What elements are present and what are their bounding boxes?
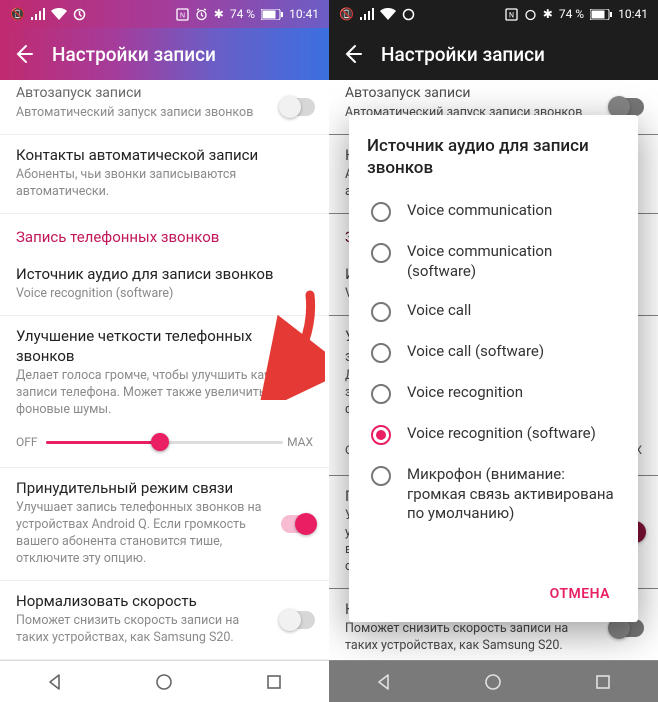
dialog-option[interactable]: Микрофон (внимание: громкая связь активи…	[367, 455, 620, 534]
row-sub: Поможет снизить скорость записи на таких…	[16, 613, 313, 647]
slider-max-label: MAX	[283, 435, 313, 449]
nav-home-icon[interactable]	[154, 672, 174, 692]
alarm-icon	[524, 8, 537, 21]
option-label: Voice recognition (software)	[407, 424, 596, 444]
row-title: Принудительный режим связи	[16, 478, 313, 498]
wifi-icon	[51, 8, 67, 20]
battery-pct: 74 %	[230, 7, 255, 21]
phone-right: 📵 N ✱ 74 % 10:41 Настройки записи Автоза…	[329, 0, 658, 702]
row-title: Автозапуск записи	[16, 84, 313, 103]
phone-left: 📵 N ✱ 74 % 10:41 Настройки записи Автоза…	[0, 0, 329, 702]
cancel-button[interactable]: ОТМЕНА	[540, 578, 620, 610]
no-sim-icon: 📵	[339, 7, 354, 21]
settings-scroll[interactable]: Автозапуск записи Автоматический запуск …	[0, 80, 329, 660]
radio-icon	[371, 466, 391, 486]
row-audio-source[interactable]: Источник аудио для записи звонков Voice …	[0, 254, 329, 316]
wifi-icon	[380, 8, 396, 20]
alarm-icon	[195, 8, 208, 21]
row-sub: Voice recognition (software)	[16, 286, 313, 303]
radio-icon	[371, 302, 391, 322]
row-clarity: Улучшение четкости телефонных звонков Де…	[0, 316, 329, 423]
battery-pct: 74 %	[559, 7, 584, 21]
app-header: Настройки записи	[329, 28, 658, 80]
nav-bar	[0, 660, 329, 702]
nav-home-icon[interactable]	[483, 672, 503, 692]
toggle-forced[interactable]	[281, 515, 315, 533]
bluetooth-icon: ✱	[214, 7, 224, 21]
battery-icon	[590, 9, 612, 20]
radio-icon	[371, 425, 391, 445]
radio-icon	[371, 343, 391, 363]
bluetooth-icon: ✱	[543, 7, 553, 21]
clock: 10:41	[618, 7, 648, 21]
option-label: Voice communication	[407, 201, 552, 221]
row-normalize[interactable]: Нормализовать скорость Поможет снизить с…	[0, 581, 329, 660]
signal-icon	[31, 8, 45, 20]
option-label: Voice call (software)	[407, 342, 544, 362]
no-sim-icon: 📵	[10, 7, 25, 21]
option-label: Voice call	[407, 301, 471, 321]
row-title: Улучшение четкости телефонных звонков	[16, 326, 313, 367]
status-bar: 📵 N ✱ 74 % 10:41	[329, 0, 658, 28]
audio-source-dialog: Источник аудио для записи звонков Voice …	[349, 115, 638, 622]
svg-text:N: N	[180, 12, 185, 19]
option-label: Voice recognition	[407, 383, 523, 403]
nfc-icon: N	[176, 8, 189, 21]
radio-icon	[371, 243, 391, 263]
toggle-normalize[interactable]	[281, 611, 315, 629]
svg-text:N: N	[509, 11, 514, 19]
page-title: Настройки записи	[381, 43, 545, 66]
toggle-autostart[interactable]	[281, 98, 315, 116]
nav-recent-icon[interactable]	[593, 672, 613, 692]
back-icon[interactable]	[343, 44, 363, 64]
row-sub: Абоненты, чьи звонки записываются автома…	[16, 167, 313, 201]
nav-back-icon[interactable]	[45, 672, 65, 692]
nfc-icon: N	[505, 8, 518, 21]
row-sub: Автоматический запуск записи звонков	[16, 105, 313, 122]
nav-bar	[329, 660, 658, 702]
toggle-autostart	[610, 98, 644, 116]
dialog-option[interactable]: Voice call	[367, 291, 620, 332]
nav-back-icon[interactable]	[374, 672, 394, 692]
option-label: Voice communication (software)	[407, 242, 616, 281]
app-header: Настройки записи	[0, 28, 329, 80]
section-header: Запись телефонных звонков	[0, 214, 329, 254]
back-icon[interactable]	[14, 44, 34, 64]
dialog-options: Voice communication Voice communication (…	[367, 191, 620, 572]
slider-min-label: OFF	[16, 435, 46, 449]
status-bar: 📵 N ✱ 74 % 10:41	[0, 0, 329, 28]
radio-icon	[371, 384, 391, 404]
option-label: Микрофон (внимание: громкая связь активи…	[407, 465, 616, 524]
nav-recent-icon[interactable]	[264, 672, 284, 692]
battery-icon	[261, 9, 283, 20]
row-title: Контакты автоматической записи	[16, 145, 313, 165]
dialog-option[interactable]: Voice recognition	[367, 373, 620, 414]
clarity-slider[interactable]	[46, 433, 283, 451]
row-forced-mode[interactable]: Принудительный режим связи Улучшает запи…	[0, 468, 329, 581]
signal-icon	[360, 8, 374, 20]
rotation-lock-icon	[73, 8, 86, 21]
row-autostart[interactable]: Автозапуск записи Автоматический запуск …	[0, 80, 329, 135]
row-sub: Улучшает запись телефонных звонков на ус…	[16, 500, 313, 568]
clock: 10:41	[289, 7, 319, 21]
rotation-lock-icon	[402, 8, 415, 21]
page-title: Настройки записи	[52, 43, 216, 66]
dialog-option[interactable]: Voice communication (software)	[367, 232, 620, 291]
dialog-option[interactable]: Voice recognition (software)	[367, 414, 620, 455]
dialog-option[interactable]: Voice call (software)	[367, 332, 620, 373]
row-title: Нормализовать скорость	[16, 591, 313, 611]
dialog-title: Источник аудио для записи звонков	[367, 135, 620, 179]
dialog-option[interactable]: Voice communication	[367, 191, 620, 232]
row-title: Источник аудио для записи звонков	[16, 264, 313, 284]
clarity-slider-wrap: OFF MAX	[0, 423, 329, 468]
radio-icon	[371, 202, 391, 222]
row-contacts[interactable]: Контакты автоматической записи Абоненты,…	[0, 135, 329, 214]
row-sub: Делает голоса громче, чтобы улучшить кач…	[16, 368, 313, 419]
